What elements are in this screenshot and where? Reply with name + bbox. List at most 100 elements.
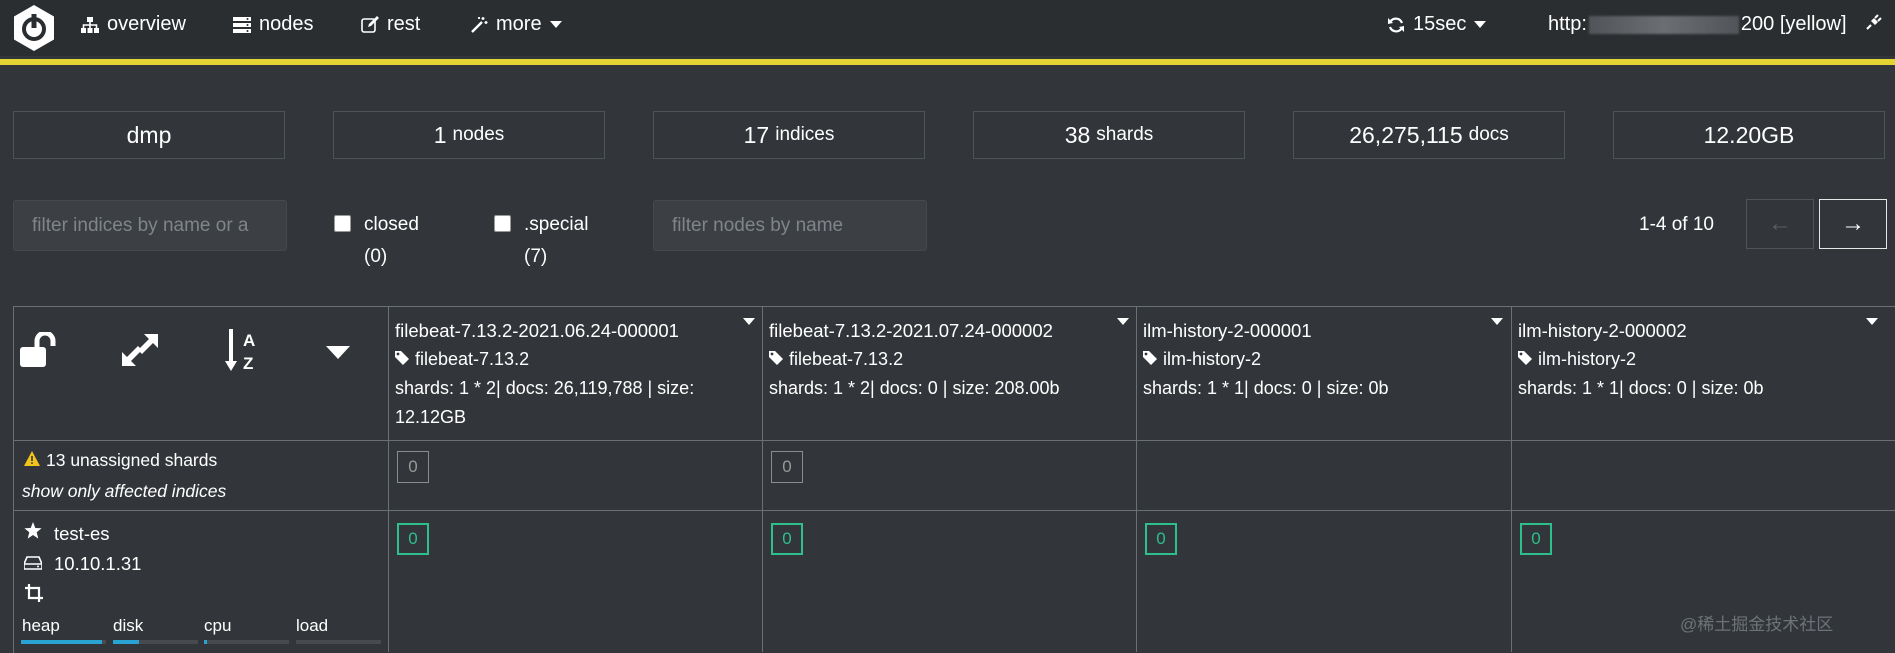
index-header[interactable]: filebeat-7.13.2-2021.07.24-000002 filebe… <box>769 316 1129 403</box>
special-checkbox[interactable] <box>494 215 511 232</box>
index-header[interactable]: ilm-history-2-000001 ilm-history-2 shard… <box>1143 316 1503 403</box>
nav-overview-label: overview <box>107 13 186 35</box>
nav-nodes-label: nodes <box>259 13 314 35</box>
nav-overview[interactable]: overview <box>81 13 186 36</box>
special-label[interactable]: .special <box>524 214 588 236</box>
shards-count: 38 <box>1064 121 1091 148</box>
unassigned-shard[interactable]: 0 <box>771 451 803 483</box>
nodes-count: 1 <box>433 121 447 148</box>
nav-more[interactable]: more <box>470 13 562 36</box>
caret-down-icon[interactable] <box>1117 318 1129 325</box>
stat-docs: 26,275,115 docs <box>1293 111 1565 159</box>
metric-cpu-bar <box>204 640 289 644</box>
edit-icon <box>361 15 379 34</box>
unassigned-count: 13 unassigned shards <box>46 450 218 470</box>
cluster-name: dmp <box>126 121 172 148</box>
show-affected-indices-link[interactable]: show only affected indices <box>22 481 226 502</box>
grid-divider <box>1136 306 1137 652</box>
index-alias[interactable]: ilm-history-2 <box>1518 345 1878 374</box>
caret-down-icon[interactable] <box>1491 318 1503 325</box>
connect-button[interactable] <box>1865 13 1883 31</box>
sitemap-icon <box>81 16 99 33</box>
grid-divider <box>762 306 763 652</box>
index-header[interactable]: ilm-history-2-000002 ilm-history-2 shard… <box>1518 316 1878 403</box>
nav-rest[interactable]: rest <box>361 13 420 36</box>
tag-icon <box>769 345 783 374</box>
assigned-shard[interactable]: 0 <box>1145 523 1177 555</box>
index-name[interactable]: ilm-history-2-000001 <box>1143 316 1503 345</box>
refresh-interval: 15sec <box>1413 13 1467 35</box>
closed-checkbox[interactable] <box>334 215 351 232</box>
stat-size: 12.20GB <box>1613 111 1885 159</box>
sort-az-icon[interactable]: AZ <box>225 329 265 378</box>
expand-icon[interactable] <box>122 334 158 371</box>
metric-disk-label: disk <box>113 616 144 635</box>
index-alias[interactable]: filebeat-7.13.2 <box>769 345 1129 374</box>
index-header[interactable]: filebeat-7.13.2-2021.06.24-000001 filebe… <box>395 316 755 432</box>
prev-page-button[interactable]: ← <box>1746 199 1814 249</box>
closed-label[interactable]: closed <box>364 214 419 236</box>
nav-rest-label: rest <box>387 13 421 35</box>
stat-cluster-name: dmp <box>13 111 285 159</box>
metric-heap-label: heap <box>22 616 60 635</box>
nav-more-label: more <box>496 13 542 35</box>
metric-load-label: load <box>296 616 329 635</box>
grid-divider <box>13 440 1895 441</box>
index-name[interactable]: ilm-history-2-000002 <box>1518 316 1878 345</box>
cluster-health-bar <box>0 59 1895 65</box>
metric-disk-bar <box>113 640 198 644</box>
index-info: shards: 1 * 2| docs: 26,119,788 | size: <box>395 378 695 398</box>
url-redacted-region <box>1588 15 1739 34</box>
next-page-button[interactable]: → <box>1819 199 1887 249</box>
metric-fill <box>204 640 207 644</box>
assigned-shard[interactable]: 0 <box>397 523 429 555</box>
index-info: shards: 1 * 1| docs: 0 | size: 0b <box>1143 378 1389 398</box>
shards-unit: shards <box>1096 124 1154 145</box>
refresh-selector[interactable]: 15sec <box>1387 13 1487 36</box>
star-icon <box>24 522 42 545</box>
crop-icon[interactable] <box>25 584 43 607</box>
metric-heap-bar <box>21 640 106 644</box>
tag-icon <box>1143 345 1157 374</box>
cluster-url[interactable]: http: 200 [yellow] <box>1548 13 1847 36</box>
assigned-shard[interactable]: 0 <box>1520 523 1552 555</box>
index-alias[interactable]: filebeat-7.13.2 <box>395 345 755 374</box>
hdd-icon <box>23 553 43 575</box>
caret-down-icon <box>549 20 562 29</box>
node-address: 10.10.1.31 <box>23 553 142 575</box>
indices-count: 17 <box>743 121 770 148</box>
index-name[interactable]: filebeat-7.13.2-2021.06.24-000001 <box>395 316 755 345</box>
caret-down-icon[interactable] <box>743 318 755 325</box>
node-name[interactable]: test-es <box>24 522 110 545</box>
plug-icon <box>1865 13 1883 31</box>
filter-nodes-input[interactable] <box>653 200 927 251</box>
filter-indices-input[interactable] <box>13 200 287 251</box>
svg-text:A: A <box>243 331 255 350</box>
logo-icon[interactable] <box>12 4 56 52</box>
nav-nodes[interactable]: nodes <box>233 13 314 36</box>
stat-shards: 38 shards <box>973 111 1245 159</box>
alias-label: filebeat-7.13.2 <box>415 349 530 369</box>
metric-fill <box>113 640 139 644</box>
closed-count: (0) <box>364 246 388 267</box>
caret-down-icon[interactable] <box>1866 318 1878 325</box>
index-name[interactable]: filebeat-7.13.2-2021.07.24-000002 <box>769 316 1129 345</box>
node-ip: 10.10.1.31 <box>54 553 142 574</box>
index-info: shards: 1 * 1| docs: 0 | size: 0b <box>1518 378 1764 398</box>
warning-icon <box>24 450 40 471</box>
unlock-icon[interactable] <box>20 330 60 373</box>
grid-divider <box>388 306 389 652</box>
magic-icon <box>470 16 488 34</box>
unassigned-shard[interactable]: 0 <box>397 451 429 483</box>
indices-unit: indices <box>775 124 835 145</box>
caret-down-icon[interactable] <box>326 346 350 365</box>
svg-text:Z: Z <box>243 354 253 373</box>
docs-count: 26,275,115 <box>1349 121 1463 148</box>
stat-nodes: 1 nodes <box>333 111 605 159</box>
total-size: 12.20GB <box>1703 121 1795 148</box>
tag-icon <box>1518 345 1532 374</box>
tag-icon <box>395 345 409 374</box>
url-status: 200 [yellow] <box>1740 13 1847 35</box>
index-alias[interactable]: ilm-history-2 <box>1143 345 1503 374</box>
assigned-shard[interactable]: 0 <box>771 523 803 555</box>
